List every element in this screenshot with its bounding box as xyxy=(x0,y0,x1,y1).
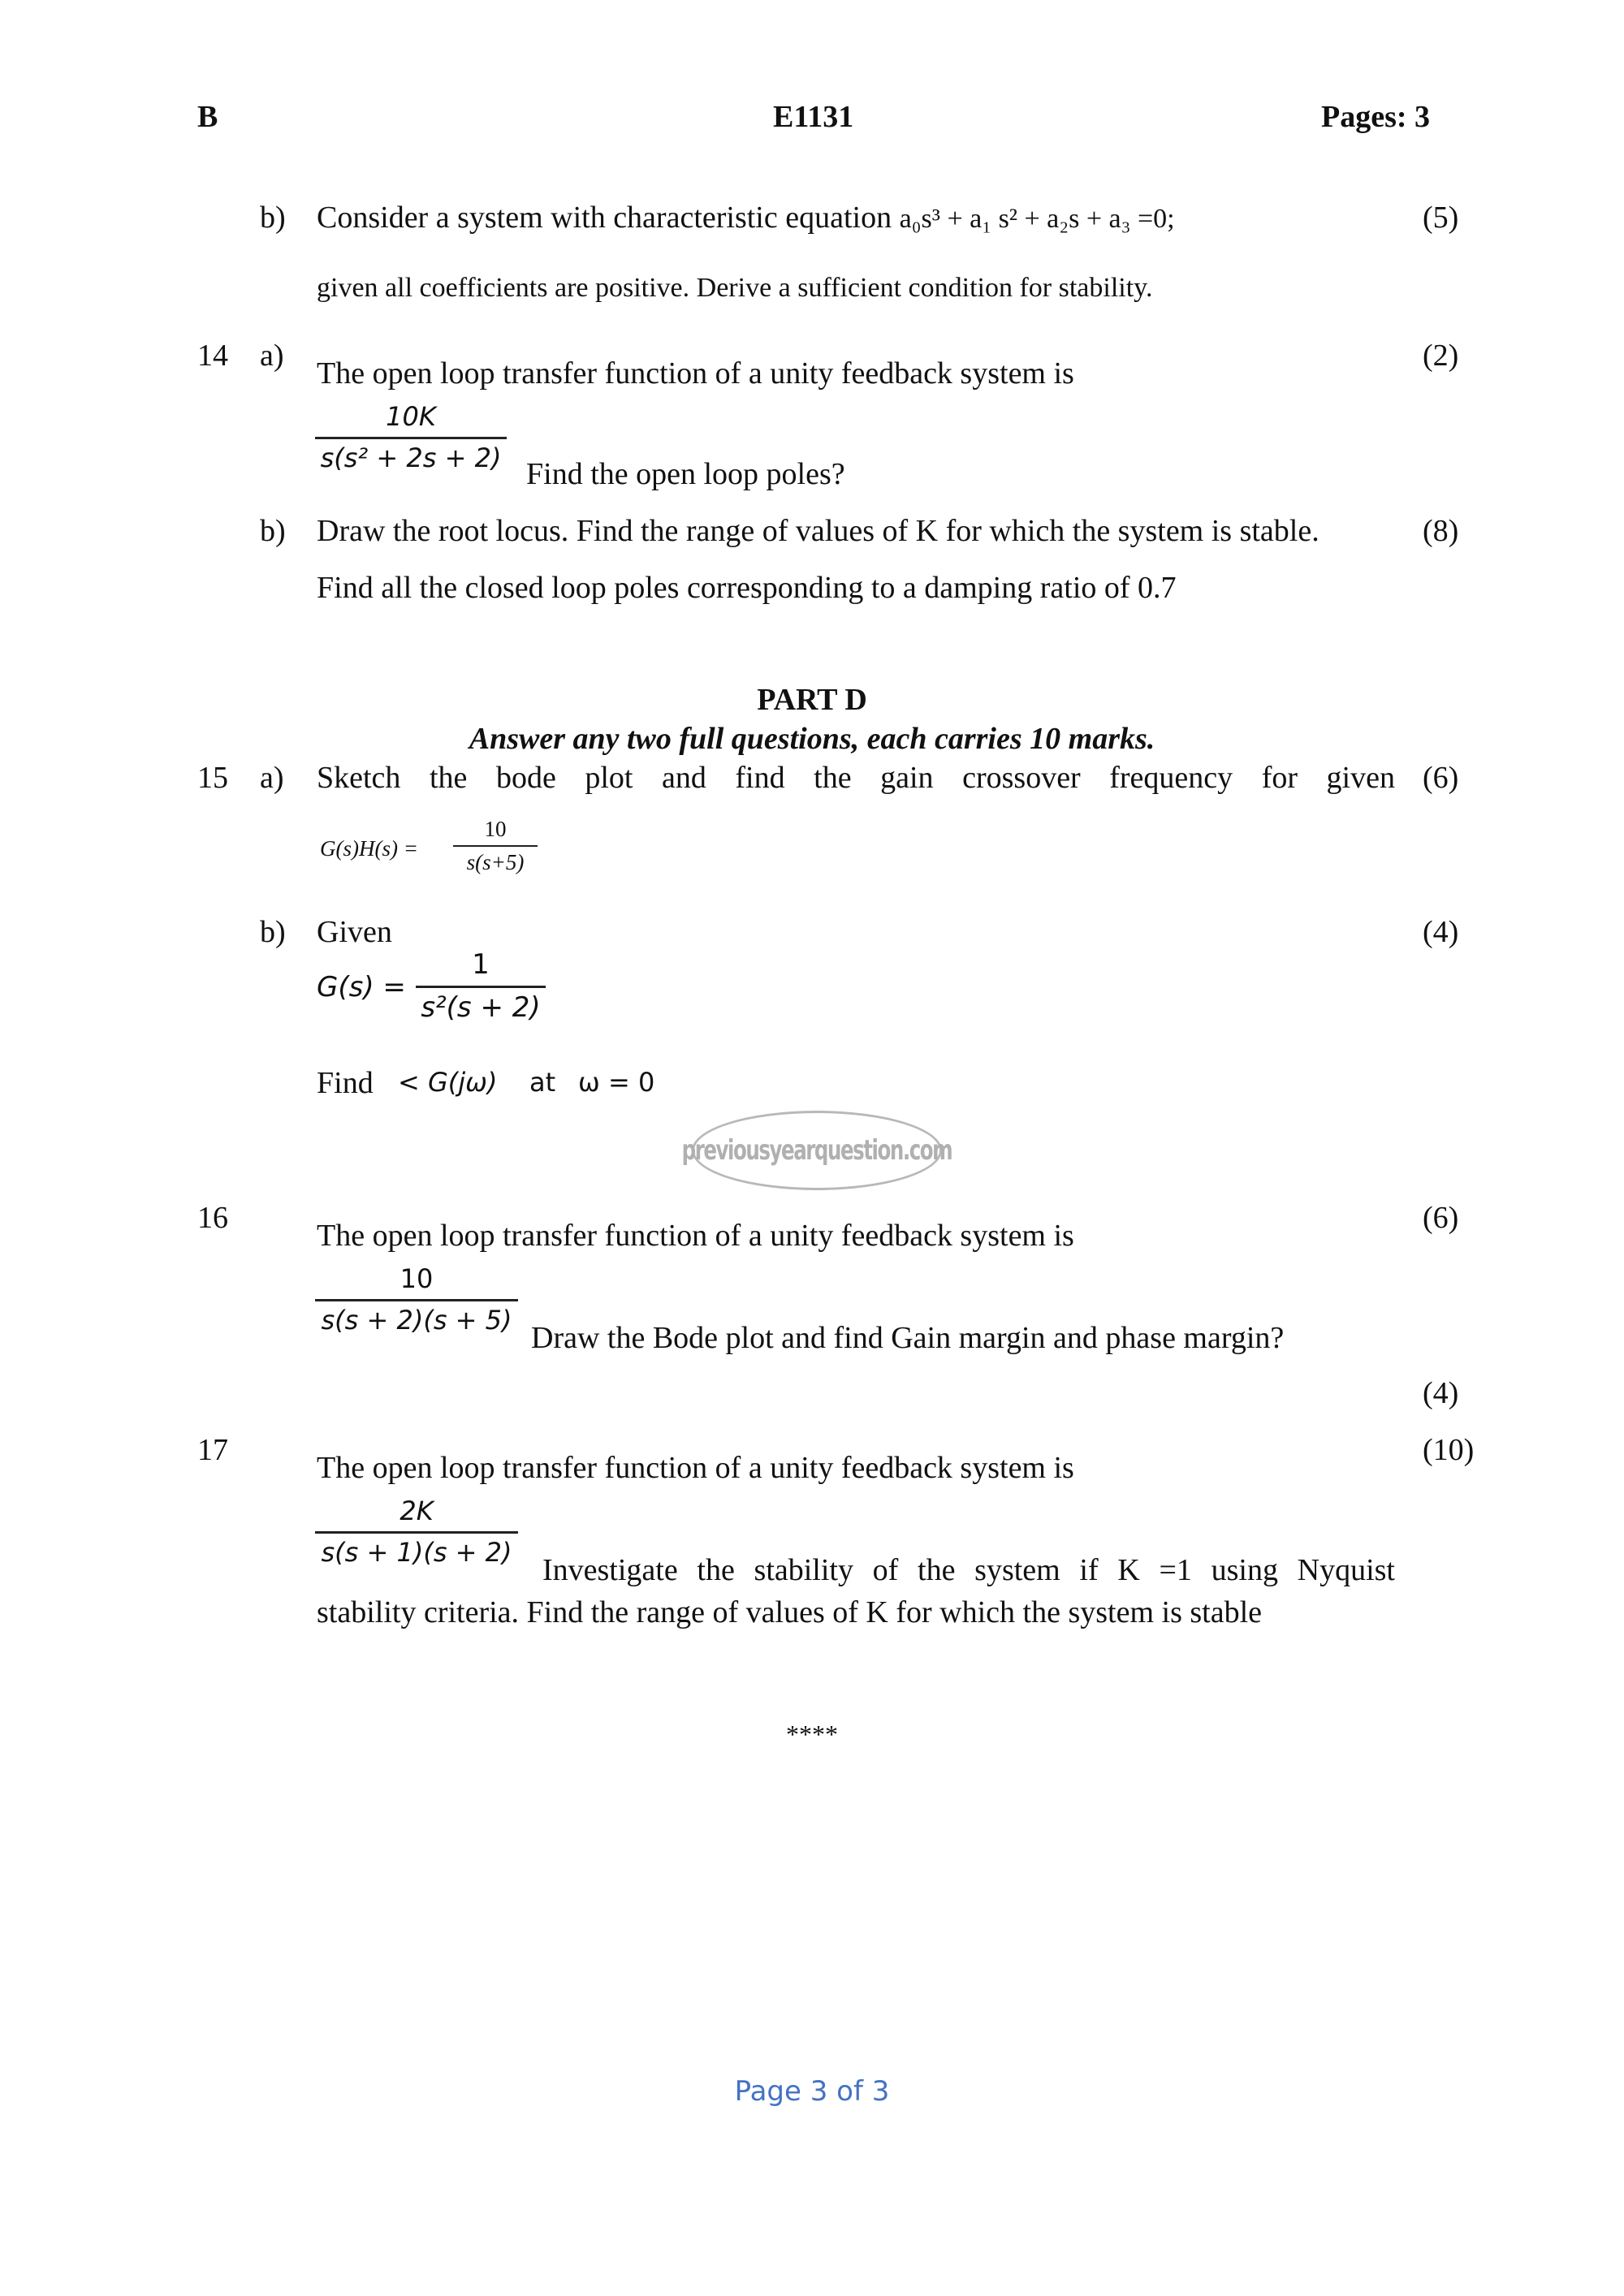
word: Sketch xyxy=(317,761,401,795)
word: frequency xyxy=(1109,761,1233,795)
word: plot xyxy=(585,761,633,795)
angle-text: < G(jω) xyxy=(398,1067,498,1098)
end-marker: **** xyxy=(786,1720,838,1749)
question-text-line2: given all coefficients are positive. Der… xyxy=(317,273,1153,303)
sub-question-label: b) xyxy=(260,201,286,235)
word: gain xyxy=(880,761,934,795)
lhs-text: G(s) = xyxy=(317,971,406,1003)
sub-question-label: b) xyxy=(260,514,286,548)
section-title: PART D xyxy=(757,683,867,717)
marks: (5) xyxy=(1423,201,1459,235)
marks: (6) xyxy=(1423,1201,1459,1235)
word: crossover xyxy=(962,761,1081,795)
numerator: 1 xyxy=(472,948,490,981)
question-text: The open loop transfer function of a uni… xyxy=(317,1451,1074,1485)
question-text: Consider a system with characteristic eq… xyxy=(317,200,1175,235)
page-footer: Page 3 of 3 xyxy=(734,2075,890,2108)
characteristic-equation: a₀s³ + a₁ s² + a₂s + a₃ =0; xyxy=(899,204,1175,234)
word: bode xyxy=(495,761,556,795)
denominator: s(s + 2)(s + 5) xyxy=(321,1305,512,1336)
denominator: s(s + 1)(s + 2) xyxy=(321,1537,512,1568)
watermark-logo: previousyearquestion.com xyxy=(682,1111,953,1190)
numerator: 10K xyxy=(386,401,436,432)
numerator: 2K xyxy=(400,1495,434,1526)
question-text: Sketch the bode plot and find the gain c… xyxy=(317,760,1395,796)
exam-code: E1131 xyxy=(773,100,854,134)
transfer-function-fraction: 1 s²(s + 2) xyxy=(416,948,546,1024)
sub-question-label: b) xyxy=(260,915,286,949)
word: the xyxy=(429,761,468,795)
question-text-prefix: Consider a system with characteristic eq… xyxy=(317,201,900,235)
transfer-function-fraction: 10K s(s² + 2s + 2) xyxy=(315,401,507,473)
angle-expression: < G(jω) xyxy=(398,1067,497,1098)
question-text: The open loop transfer function of a uni… xyxy=(317,356,1074,391)
question-number: 14 xyxy=(197,339,228,373)
question-text: The open loop transfer function of a uni… xyxy=(317,1219,1074,1253)
transfer-function-fraction: 10 s(s+5) xyxy=(453,817,538,875)
given-label: Given xyxy=(317,915,392,949)
section-instruction: Answer any two full questions, each carr… xyxy=(469,722,1155,756)
numerator: 10 xyxy=(400,1263,434,1294)
marks: (2) xyxy=(1423,339,1459,373)
denominator: s²(s + 2) xyxy=(421,991,541,1024)
word: for xyxy=(1261,761,1298,795)
denominator: s(s+5) xyxy=(466,850,525,874)
transfer-function-lhs: G(s) = xyxy=(317,971,406,1003)
page-count: Pages: 3 xyxy=(1321,100,1431,134)
word: given xyxy=(1326,761,1395,795)
word: and xyxy=(662,761,706,795)
marks: (6) xyxy=(1423,761,1459,795)
watermark-text: previousyearquestion.com xyxy=(681,1134,953,1167)
question-text: Find the open loop poles? xyxy=(526,457,845,491)
transfer-function-fraction: 2K s(s + 1)(s + 2) xyxy=(315,1495,518,1568)
question-text: Draw the root locus. Find the range of v… xyxy=(317,514,1320,548)
question-text-line2: stability criteria. Find the range of va… xyxy=(317,1595,1262,1629)
sub-question-label: a) xyxy=(260,339,284,373)
marks: (8) xyxy=(1423,514,1459,548)
transfer-function-lhs: G(s)H(s) = xyxy=(320,836,418,861)
marks: (4) xyxy=(1423,1376,1459,1410)
marks: (10) xyxy=(1423,1433,1475,1467)
word: find xyxy=(735,761,785,795)
question-text: Draw the Bode plot and find Gain margin … xyxy=(531,1321,1285,1355)
sub-question-label: a) xyxy=(260,761,284,795)
question-text: Investigate the stability of the system … xyxy=(542,1553,1395,1587)
exam-set-label: B xyxy=(197,100,218,134)
find-label: Find xyxy=(317,1066,374,1100)
frequency-condition: ω = 0 xyxy=(578,1067,655,1098)
marks: (4) xyxy=(1423,915,1459,949)
question-number: 17 xyxy=(197,1433,228,1467)
denominator: s(s² + 2s + 2) xyxy=(320,442,502,473)
word: the xyxy=(814,761,852,795)
question-text-line2: Find all the closed loop poles correspon… xyxy=(317,571,1177,605)
at-label: at xyxy=(529,1067,556,1098)
numerator: 10 xyxy=(484,817,507,841)
question-number: 15 xyxy=(197,761,228,795)
question-number: 16 xyxy=(197,1201,228,1235)
transfer-function-fraction: 10 s(s + 2)(s + 5) xyxy=(315,1263,518,1336)
